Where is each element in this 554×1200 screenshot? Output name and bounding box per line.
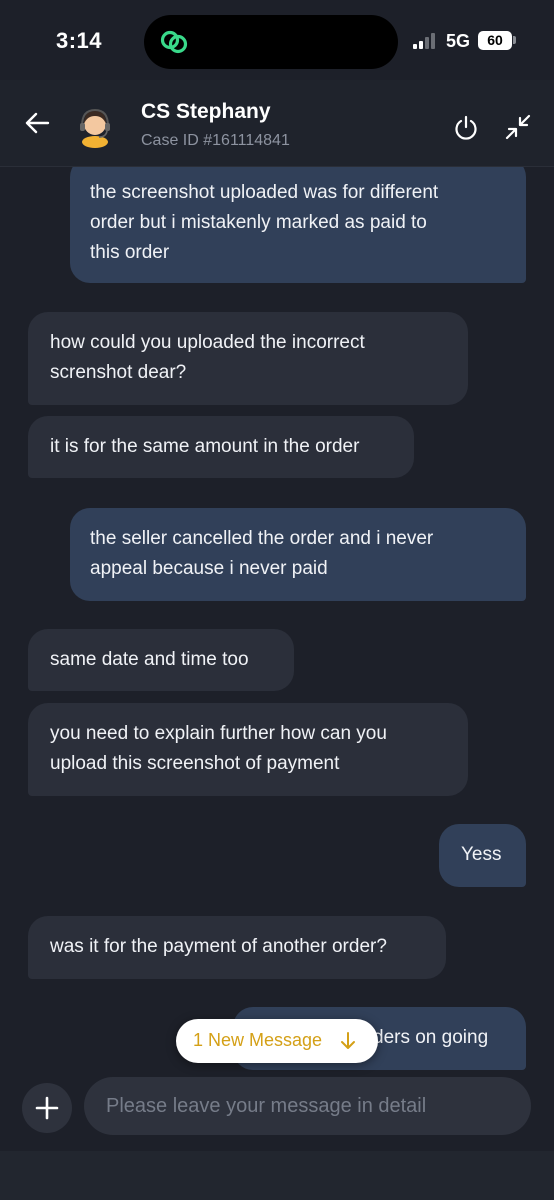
message-bubble-incoming: same date and time too xyxy=(28,629,294,691)
message-composer xyxy=(0,1077,554,1200)
battery-tip xyxy=(513,36,516,44)
back-arrow-icon[interactable] xyxy=(22,108,52,138)
bottom-safe-area xyxy=(0,1151,554,1200)
message-bubble-outgoing: Yess xyxy=(439,824,526,887)
new-message-label: 1 New Message xyxy=(193,1030,323,1050)
message-bubble-incoming: was it for the payment of another order? xyxy=(28,916,446,979)
status-time: 3:14 xyxy=(56,28,103,53)
agent-avatar-icon xyxy=(80,108,110,148)
chat-header: CS Stephany Case ID #161114841 xyxy=(0,80,554,167)
arrow-down-icon xyxy=(341,1032,355,1049)
plus-icon xyxy=(35,1096,59,1120)
chat-message-list[interactable]: the screenshot uploaded was for differen… xyxy=(0,167,554,1077)
case-id: Case ID #161114841 xyxy=(141,132,290,149)
message-bubble-outgoing: the seller cancelled the order and i nev… xyxy=(70,508,526,601)
message-bubble-incoming: you need to explain further how can you … xyxy=(28,703,468,796)
agent-name: CS Stephany xyxy=(141,100,271,123)
minimize-icon[interactable] xyxy=(504,113,532,141)
message-bubble-incoming: it is for the same amount in the order xyxy=(28,416,414,478)
message-bubble-incoming: how could you uploaded the incorrect scr… xyxy=(28,312,468,405)
power-icon[interactable] xyxy=(452,114,480,142)
signal-icon xyxy=(413,33,435,49)
chain-link-icon xyxy=(160,30,188,54)
status-bar: 3:14 5G 60 xyxy=(0,0,554,80)
new-message-button[interactable]: 1 New Message xyxy=(176,1019,378,1063)
battery-icon: 60 xyxy=(478,31,512,50)
attach-button[interactable] xyxy=(22,1083,72,1133)
message-bubble-outgoing: the screenshot uploaded was for differen… xyxy=(70,167,526,283)
network-type: 5G xyxy=(446,31,471,51)
message-input[interactable] xyxy=(84,1077,531,1135)
